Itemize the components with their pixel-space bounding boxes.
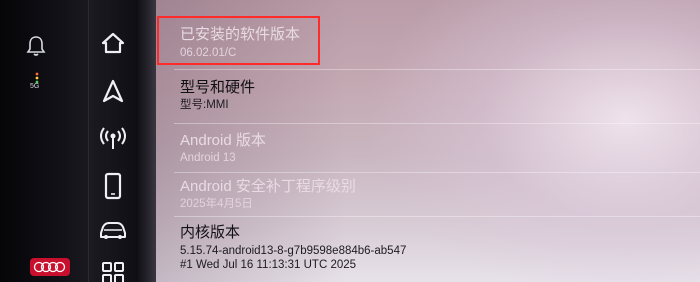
setting-row-kernel-version[interactable]: 内核版本 5.15.74-android13-8-g7b9598e884b6-a…: [174, 217, 700, 282]
signal-label: 5G: [30, 83, 40, 90]
nav-home-button[interactable]: [96, 28, 130, 58]
setting-value: Android 13: [180, 152, 236, 164]
nav-navigation-button[interactable]: [96, 76, 130, 106]
status-column: 5G: [0, 0, 88, 282]
setting-value: 2025年4月5日: [180, 198, 253, 210]
screen-photo: 5G 已安装的软件版本 06.02.01/C 型号和硬件 型号:MMI Andr…: [0, 0, 700, 282]
setting-row-android-version[interactable]: Android 版本 Android 13: [174, 124, 700, 173]
setting-value: 型号:MMI: [180, 99, 229, 111]
setting-value-secondary: #1 Wed Jul 16 11:13:31 UTC 2025: [180, 259, 357, 271]
setting-value: 06.02.01/C: [180, 47, 237, 59]
radio-broadcast-icon: [100, 127, 126, 149]
nav-car-button[interactable]: [96, 215, 130, 245]
nav-radio-button[interactable]: [96, 123, 130, 153]
apps-grid-icon: [102, 262, 124, 282]
navigation-arrow-icon: [102, 79, 124, 103]
screen-bezel: [136, 0, 156, 282]
setting-title: Android 版本: [180, 132, 266, 149]
setting-row-security-patch[interactable]: Android 安全补丁程序级别 2025年4月5日: [174, 173, 700, 217]
settings-list: 已安装的软件版本 06.02.01/C 型号和硬件 型号:MMI Android…: [156, 0, 700, 282]
setting-title: Android 安全补丁程序级别: [180, 178, 356, 195]
nav-phone-button[interactable]: [96, 171, 130, 201]
setting-value: 5.15.74-android13-8-g7b9598e884b6-ab547: [180, 245, 407, 257]
phone-icon: [104, 172, 122, 200]
home-icon: [101, 32, 125, 54]
setting-row-software-version[interactable]: 已安装的软件版本 06.02.01/C: [174, 14, 700, 70]
nav-apps-button[interactable]: [96, 258, 130, 282]
nav-rail: [88, 0, 137, 282]
setting-title: 型号和硬件: [180, 79, 256, 96]
brand-rings-logo: [30, 258, 70, 276]
setting-row-model-hardware[interactable]: 型号和硬件 型号:MMI: [174, 70, 700, 124]
bell-icon[interactable]: [26, 35, 46, 57]
car-icon: [100, 222, 126, 239]
setting-title: 内核版本: [180, 224, 241, 241]
setting-title: 已安装的软件版本: [180, 26, 301, 43]
